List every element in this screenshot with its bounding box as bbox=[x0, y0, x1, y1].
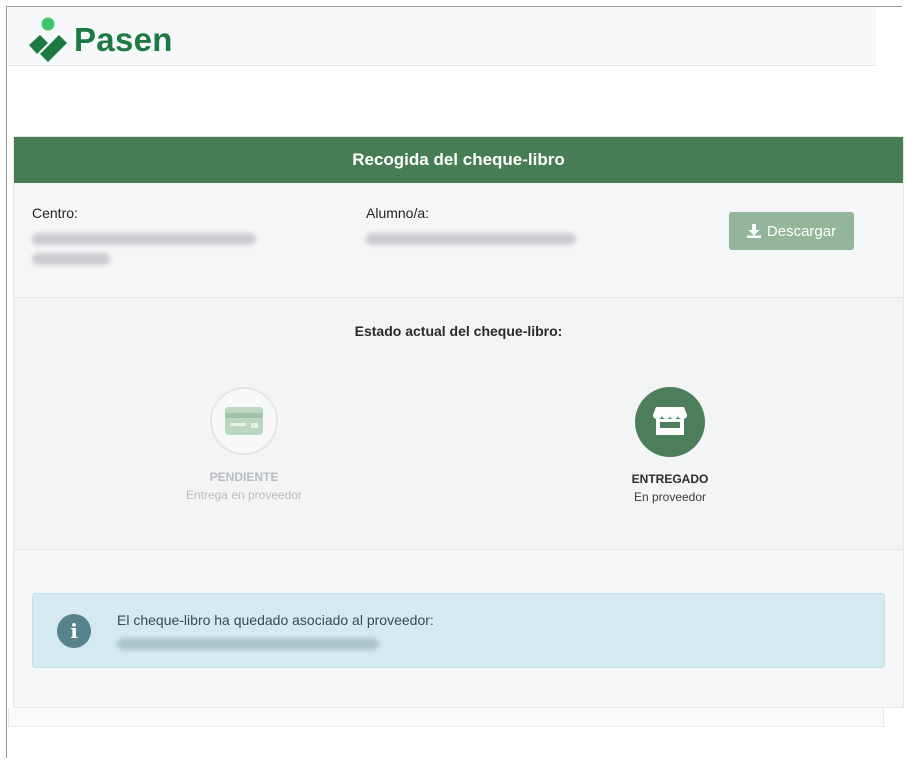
centro-label: Centro: bbox=[32, 205, 78, 221]
pasen-logo-icon bbox=[29, 17, 67, 62]
info-alert: i El cheque-libro ha quedado asociado al… bbox=[32, 593, 885, 668]
card-header: Recogida del cheque-libro bbox=[14, 137, 903, 183]
store-icon bbox=[653, 407, 687, 435]
card-title: Recogida del cheque-libro bbox=[352, 150, 565, 169]
step-sub: Entrega en proveedor bbox=[185, 488, 303, 502]
step-name: ENTREGADO bbox=[631, 472, 709, 486]
alumno-label: Alumno/a: bbox=[366, 205, 430, 221]
step-name: PENDIENTE bbox=[209, 470, 279, 484]
page-footer-edge bbox=[8, 708, 884, 727]
download-button[interactable]: Descargar bbox=[729, 212, 854, 250]
status-title: Estado actual del cheque-libro: bbox=[354, 323, 563, 339]
info-icon: i bbox=[57, 614, 91, 648]
status-circle bbox=[635, 387, 705, 457]
pasen-logo[interactable]: Pasen bbox=[26, 17, 196, 63]
top-bar: Pasen bbox=[8, 7, 876, 66]
card-icon bbox=[225, 407, 263, 435]
cheque-libro-card: Recogida del cheque-libro Centro: Alumno… bbox=[13, 136, 904, 708]
download-icon bbox=[746, 224, 761, 238]
status-step-pendiente: PENDIENTE Entrega en proveedor bbox=[144, 387, 344, 502]
proveedor-value-redacted bbox=[117, 638, 379, 650]
alert-text: El cheque-libro ha quedado asociado al p… bbox=[117, 612, 434, 628]
alumno-value-redacted bbox=[366, 233, 576, 245]
app-name: Pasen bbox=[74, 21, 173, 58]
centro-value-redacted bbox=[32, 233, 256, 245]
download-label: Descargar bbox=[766, 222, 837, 240]
status-step-entregado: ENTREGADO En proveedor bbox=[570, 387, 770, 504]
info-row: Centro: Alumno/a: Descargar bbox=[14, 183, 903, 298]
centro-value-redacted bbox=[32, 253, 110, 265]
status-section: Estado actual del cheque-libro: PENDIENT… bbox=[14, 299, 903, 550]
status-circle bbox=[210, 387, 278, 455]
step-sub: En proveedor bbox=[633, 490, 707, 504]
